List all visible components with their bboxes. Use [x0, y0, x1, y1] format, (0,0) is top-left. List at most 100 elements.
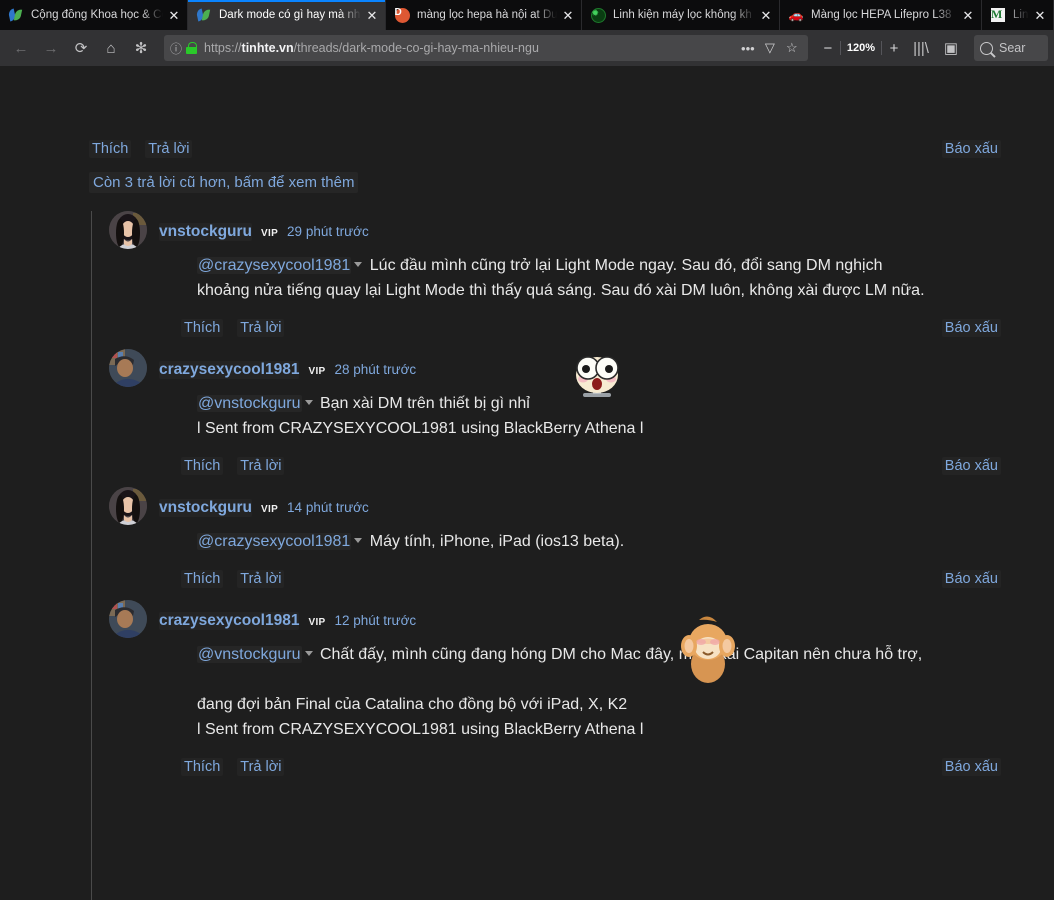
avatar[interactable]	[109, 600, 147, 638]
comment: crazysexycool1981 VIP 12 phút trước @vnstoc…	[92, 600, 1054, 788]
mention-link[interactable]: @crazysexycool1981	[197, 257, 352, 274]
comment-timestamp[interactable]: 29 phút trước	[287, 224, 369, 239]
vip-badge: VIP	[261, 228, 279, 239]
home-button[interactable]: ⌂	[96, 34, 126, 62]
mention-link[interactable]: @vnstockguru	[197, 395, 302, 412]
comment-body: @vnstockguru Bạn xài DM trên thiết bị gì…	[197, 356, 1054, 441]
avatar[interactable]	[109, 349, 147, 387]
page-content: Thích Trả lời Báo xấu Còn 3 trả lời cũ h…	[0, 66, 1054, 900]
chevron-down-icon[interactable]	[354, 538, 363, 544]
search-bar[interactable]: Sear	[974, 35, 1048, 61]
browser-tab[interactable]: Dmàng lọc hepa hà nội at Du ✕	[386, 0, 582, 30]
chevron-down-icon[interactable]	[354, 262, 363, 268]
show-more-replies-link[interactable]: Còn 3 trả lời cũ hơn, bấm để xem thêm	[89, 172, 359, 193]
comment-timestamp[interactable]: 12 phút trước	[335, 613, 417, 628]
navigation-toolbar: ← → ⟳ ⌂ ✻ ⓘ https://tinhte.vn/threads/da…	[0, 30, 1054, 66]
bookmark-star-icon[interactable]: ☆	[781, 37, 803, 59]
report-link[interactable]: Báo xấu	[941, 319, 1001, 337]
reply-link[interactable]: Trả lời	[237, 457, 285, 475]
report-link[interactable]: Báo xấu	[941, 140, 1001, 158]
comment-username[interactable]: vnstockguru	[159, 223, 253, 241]
browser-tab[interactable]: M Linh✕	[982, 0, 1054, 30]
reply-link[interactable]: Trả lời	[237, 319, 285, 337]
comment-text-line: l Sent from CRAZYSEXYCOOL1981 using Blac…	[197, 420, 644, 437]
page-actions-icon[interactable]: •••	[737, 37, 759, 59]
vip-badge: VIP	[261, 504, 279, 515]
browser-tab[interactable]: ✹ Linh kiện máy lọc không kh ✕	[582, 0, 780, 30]
car-icon: 🚗	[788, 8, 804, 22]
comment-text-line: khoảng nửa tiếng quay lại Light Mode thì…	[197, 282, 925, 299]
search-icon	[980, 41, 993, 55]
reader-mode-icon[interactable]: ▽	[759, 37, 781, 59]
site-identity-icon[interactable]: ⓘ	[170, 40, 182, 57]
reply-link[interactable]: Trả lời	[237, 570, 285, 588]
comment-body: @crazysexycool1981 Lúc đầu mình cũng trở…	[197, 253, 1054, 303]
url-bar[interactable]: ⓘ https://tinhte.vn/threads/dark-mode-co…	[164, 35, 808, 61]
avatar[interactable]	[109, 487, 147, 525]
like-link[interactable]: Thích	[181, 457, 224, 475]
tab-title: Linh kiện máy lọc không kh	[613, 9, 752, 21]
tab-title: màng lọc hepa hà nội at Du	[417, 9, 557, 21]
like-link[interactable]: Thích	[181, 319, 224, 337]
mention-link[interactable]: @crazysexycool1981	[197, 533, 352, 550]
comment-username[interactable]: crazysexycool1981	[159, 612, 300, 630]
monkey-covering-eyes-emoji	[677, 612, 739, 692]
vip-badge: VIP	[308, 366, 326, 377]
reload-button[interactable]: ⟳	[66, 34, 96, 62]
tab-close-icon[interactable]: ✕	[559, 6, 577, 24]
zoom-in-button[interactable]: +	[882, 35, 906, 61]
tab-title: Màng lọc HEPA Lifepro L38	[811, 9, 952, 21]
tab-close-icon[interactable]: ✕	[959, 6, 977, 24]
tinhte-icon	[8, 7, 24, 23]
comment-body: @crazysexycool1981 Máy tính, iPhone, iPa…	[197, 529, 1054, 554]
sidebar-toggle-icon[interactable]: ▣	[936, 34, 966, 62]
avatar[interactable]	[109, 211, 147, 249]
like-link[interactable]: Thích	[181, 758, 224, 776]
vip-badge: VIP	[308, 617, 326, 628]
comment-username[interactable]: crazysexycool1981	[159, 361, 300, 379]
comment-timestamp[interactable]: 28 phút trước	[335, 362, 417, 377]
browser-tab[interactable]: Cộng đồng Khoa học & Côn ✕	[0, 0, 188, 30]
comment-text-line: @vnstockguru Chất đấy, mình cũng đang hó…	[197, 642, 1054, 667]
comment-action-row: Thích Trả lời Báo xấu	[181, 319, 1054, 349]
back-button[interactable]: ←	[6, 34, 36, 62]
tab-title: Linh	[1013, 9, 1029, 21]
report-link[interactable]: Báo xấu	[941, 570, 1001, 588]
comment-byline: vnstockguru VIP 29 phút trước	[159, 223, 1054, 241]
surprised-face-emoji	[569, 349, 625, 413]
tab-close-icon[interactable]: ✕	[1031, 6, 1049, 24]
comment-text: Bạn xài DM trên thiết bị gì nhỉ	[319, 395, 530, 412]
report-link[interactable]: Báo xấu	[941, 457, 1001, 475]
mention-link[interactable]: @vnstockguru	[197, 646, 302, 663]
comment: vnstockguru VIP 29 phút trước @crazysexycoo…	[92, 211, 1054, 349]
tab-title: Dark mode có gì hay mà nh	[219, 9, 361, 21]
comment-text-line: @crazysexycool1981 Máy tính, iPhone, iPa…	[197, 529, 1054, 554]
library-icon[interactable]: |||\	[906, 34, 936, 62]
comment-text-line: l Sent from CRAZYSEXYCOOL1981 using Blac…	[197, 721, 644, 738]
tab-close-icon[interactable]: ✕	[757, 6, 775, 24]
url-text: https://tinhte.vn/threads/dark-mode-co-g…	[204, 41, 539, 55]
duckduckgo-icon: D	[394, 7, 410, 23]
browser-tab[interactable]: 🚗 Màng lọc HEPA Lifepro L38 ✕	[780, 0, 982, 30]
zoom-level-label[interactable]: 120%	[839, 41, 882, 55]
chevron-down-icon[interactable]	[304, 400, 313, 406]
extension-icon[interactable]: ✻	[126, 34, 156, 62]
like-link[interactable]: Thích	[89, 140, 132, 158]
search-input-placeholder: Sear	[999, 41, 1026, 55]
comment-timestamp[interactable]: 14 phút trước	[287, 500, 369, 515]
top-action-row: Thích Trả lời	[89, 140, 193, 158]
tab-close-icon[interactable]: ✕	[165, 6, 183, 24]
forward-button[interactable]: →	[36, 34, 66, 62]
comment-username[interactable]: vnstockguru	[159, 499, 253, 517]
comment-action-row: Thích Trả lời Báo xấu	[181, 758, 1054, 788]
tab-close-icon[interactable]: ✕	[363, 6, 381, 24]
chevron-down-icon[interactable]	[304, 651, 313, 657]
report-link[interactable]: Báo xấu	[941, 758, 1001, 776]
like-link[interactable]: Thích	[181, 570, 224, 588]
comment-text: Máy tính, iPhone, iPad (ios13 beta).	[369, 533, 625, 550]
comment-list: vnstockguru VIP 29 phút trước @crazysexycoo…	[91, 211, 1054, 900]
zoom-out-button[interactable]: −	[816, 35, 840, 61]
reply-link[interactable]: Trả lời	[237, 758, 285, 776]
reply-link[interactable]: Trả lời	[145, 140, 193, 158]
browser-tab[interactable]: Dark mode có gì hay mà nh ✕	[188, 0, 386, 30]
